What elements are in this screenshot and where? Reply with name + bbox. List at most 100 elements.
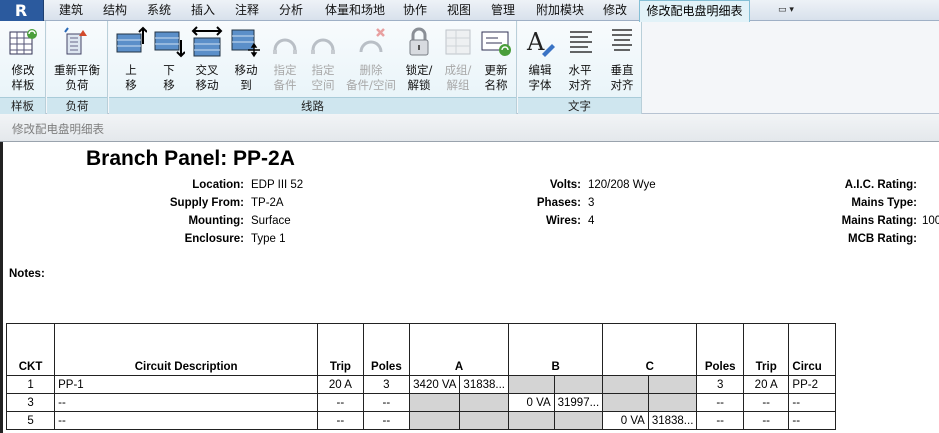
cell-a-load[interactable]: 3420 VA [409, 375, 461, 394]
align-vertical-icon [612, 29, 632, 51]
cell-poles[interactable]: -- [362, 393, 411, 412]
info-location-value[interactable]: EDP III 52 [251, 179, 303, 191]
cell-trip[interactable]: -- [317, 393, 364, 412]
cell-poles-right[interactable]: -- [696, 393, 744, 412]
cell-poles-right[interactable]: -- [696, 411, 744, 430]
cell-description[interactable]: -- [54, 411, 319, 430]
cell-c-load[interactable] [602, 393, 649, 412]
cell-trip-right[interactable]: -- [742, 393, 790, 412]
cell-c-load-right[interactable] [647, 393, 698, 412]
assign-space-button[interactable]: 指定 空间 [301, 24, 345, 96]
info-mounting-value[interactable]: Surface [251, 215, 291, 227]
cell-c-load-right[interactable]: 31838... [647, 411, 698, 430]
application-menu-button[interactable]: R [0, 0, 44, 21]
minimize-ribbon-button[interactable]: ▭ ▾ [770, 3, 802, 18]
col-poles[interactable]: Poles [362, 323, 411, 376]
cell-a-load-right[interactable]: 31838... [459, 375, 509, 394]
cell-b-load-right[interactable] [553, 375, 604, 394]
col-poles-right[interactable]: Poles [696, 323, 744, 376]
cell-trip[interactable]: -- [317, 411, 364, 430]
edit-font-icon: A [526, 28, 555, 57]
info-supply-label: Supply From: [169, 197, 244, 209]
schedule-title[interactable]: Branch Panel: PP-2A [86, 147, 295, 171]
rebalance-loads-button[interactable]: 重新平衡 负荷 [54, 24, 100, 96]
cell-description[interactable]: -- [54, 393, 319, 412]
tab-addins[interactable]: 附加模块 [528, 0, 592, 21]
delete-spare-icon [359, 28, 385, 53]
revit-logo-icon: R [14, 1, 28, 20]
modify-template-button[interactable]: 修改 样板 [1, 24, 45, 96]
cell-poles-right[interactable]: 3 [696, 375, 744, 394]
cell-a-load[interactable] [409, 393, 461, 412]
cell-trip-right[interactable]: 20 A [742, 375, 790, 394]
info-enclosure-value[interactable]: Type 1 [251, 233, 286, 245]
context-options-bar: 修改配电盘明细表 [0, 114, 939, 142]
col-phase-a[interactable]: A [409, 323, 509, 376]
cell-c-load[interactable]: 0 VA [602, 411, 649, 430]
template-grid-icon [9, 29, 37, 55]
tab-massing-site[interactable]: 体量和场地 [316, 0, 394, 21]
cell-a-load-right[interactable] [459, 411, 509, 430]
cell-description[interactable]: PP-1 [54, 375, 319, 394]
info-phases-label: Phases: [536, 197, 581, 209]
cell-c-load-right[interactable] [647, 375, 698, 394]
ribbon: 修改 样板 样板 重新平衡 负荷 负荷 上 移 下 移 交叉 移动 移动 到 指… [0, 21, 939, 114]
tab-view[interactable]: 视图 [440, 0, 478, 21]
cell-b-load-right[interactable] [553, 411, 604, 430]
tab-structure[interactable]: 结构 [96, 0, 134, 21]
col-phase-b[interactable]: B [507, 323, 604, 376]
col-trip[interactable]: Trip [317, 323, 364, 376]
cell-poles[interactable]: -- [362, 411, 411, 430]
info-wires-value[interactable]: 4 [588, 215, 594, 227]
panel-template: 修改 样板 样板 [0, 21, 46, 114]
info-volts-value[interactable]: 120/208 Wye [588, 179, 656, 191]
cell-c-load[interactable] [602, 375, 649, 394]
delete-spare-space-button[interactable]: 删除 备件/空间 [346, 24, 396, 96]
col-circuit-description[interactable]: Circuit Description [54, 323, 319, 376]
tab-systems[interactable]: 系统 [140, 0, 178, 21]
tab-manage[interactable]: 管理 [484, 0, 522, 21]
move-down-icon [154, 31, 185, 58]
panel-circuits: 上 移 下 移 交叉 移动 移动 到 指定 备件 指定 空间 删除 备件/空间 … [109, 21, 517, 114]
tab-collaborate[interactable]: 协作 [396, 0, 434, 21]
context-label: 修改配电盘明细表 [12, 122, 104, 136]
rebalance-icon [64, 27, 87, 55]
cell-ckt[interactable]: 3 [5, 393, 56, 412]
cell-b-load[interactable] [508, 411, 555, 430]
col-phase-c[interactable]: C [602, 323, 698, 376]
cell-ckt[interactable]: 5 [5, 411, 56, 430]
tab-architecture[interactable]: 建筑 [52, 0, 90, 21]
table-row[interactable]: 3 -- -- -- 0 VA 31997... -- -- -- [5, 393, 939, 412]
rebalance-loads-label: 重新平衡 负荷 [54, 63, 100, 92]
tab-insert[interactable]: 插入 [184, 0, 222, 21]
tab-analyze[interactable]: 分析 [272, 0, 310, 21]
tab-modify[interactable]: 修改 [596, 0, 634, 21]
ribbon-tab-bar: R 建筑 结构 系统 插入 注释 分析 体量和场地 协作 视图 管理 附加模块 … [0, 0, 939, 22]
col-circuit-description-right[interactable]: Circu [788, 323, 836, 376]
table-row[interactable]: 5 -- -- -- 0 VA 31838... -- -- -- [5, 411, 939, 430]
col-trip-right[interactable]: Trip [742, 323, 790, 376]
panel-title-circuits: 线路 [109, 97, 516, 114]
cell-description-right[interactable]: -- [788, 411, 836, 430]
info-supply-value[interactable]: TP-2A [251, 197, 284, 209]
cell-b-load[interactable]: 0 VA [508, 393, 555, 412]
info-mains-rating-value[interactable]: 100 [922, 215, 939, 227]
align-vertical-button[interactable]: 垂直 对齐 [600, 24, 644, 96]
cell-trip-right[interactable]: -- [742, 411, 790, 430]
tab-annotate[interactable]: 注释 [228, 0, 266, 21]
cell-description-right[interactable]: PP-2 [788, 375, 836, 394]
info-mcb-label: MCB Rating: [848, 233, 917, 245]
cell-a-load-right[interactable] [459, 393, 509, 412]
cell-description-right[interactable]: -- [788, 393, 836, 412]
cell-b-load-right[interactable]: 31997... [553, 393, 604, 412]
tab-modify-panel-schedule[interactable]: 修改配电盘明细表 [639, 0, 750, 22]
table-row[interactable]: 1 PP-1 20 A 3 3420 VA 31838... 3 20 A PP… [5, 375, 939, 394]
cell-trip[interactable]: 20 A [317, 375, 364, 394]
cell-poles[interactable]: 3 [362, 375, 411, 394]
cell-ckt[interactable]: 1 [5, 375, 56, 394]
col-ckt[interactable]: CKT [5, 323, 56, 376]
cell-a-load[interactable] [409, 411, 461, 430]
panel-schedule-view[interactable]: Branch Panel: PP-2A Location: EDP III 52… [0, 142, 939, 433]
cell-b-load[interactable] [508, 375, 555, 394]
info-phases-value[interactable]: 3 [588, 197, 594, 209]
